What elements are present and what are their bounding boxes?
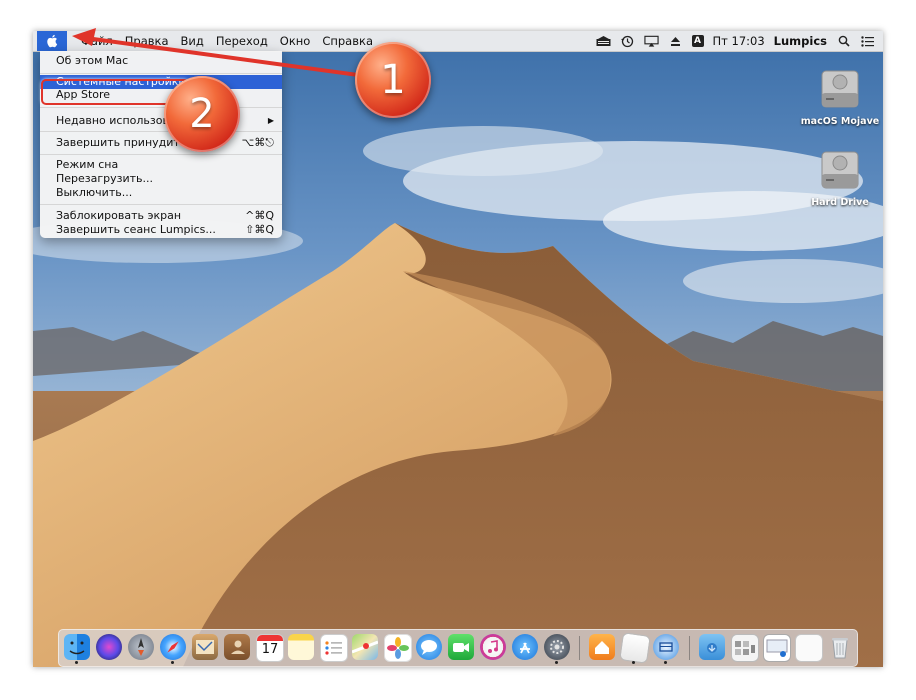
trash-icon[interactable] xyxy=(827,634,853,660)
menu-item-force-quit[interactable]: Завершить принудитель ⌥⌘⎋ xyxy=(40,136,282,150)
apple-logo-icon xyxy=(47,34,58,48)
messages-icon[interactable] xyxy=(416,634,442,660)
menu-item-restart[interactable]: Перезагрузить... xyxy=(40,172,282,186)
airplay-icon[interactable] xyxy=(643,35,659,47)
calendar-day: 17 xyxy=(261,642,279,657)
search-icon[interactable] xyxy=(836,35,851,47)
menu-item-label: Выключить... xyxy=(56,186,133,199)
menu-window[interactable]: Окно xyxy=(274,31,317,51)
menu-file[interactable]: Файл xyxy=(75,31,119,51)
menu-item-shortcut: ⌥⌘⎋ xyxy=(241,136,274,149)
desktop-screen: macOS Mojave Hard Drive Файл Правка Вид … xyxy=(33,31,883,667)
facetime-icon[interactable] xyxy=(448,634,474,660)
network-icon[interactable] xyxy=(653,634,679,660)
hard-drive-icon xyxy=(821,151,859,189)
dock-divider xyxy=(579,636,580,660)
photos-icon[interactable] xyxy=(384,634,412,662)
finder-icon[interactable] xyxy=(64,634,90,660)
step-callout-1: 1 xyxy=(355,42,431,118)
menu-go[interactable]: Переход xyxy=(210,31,274,51)
menu-item-sleep[interactable]: Режим сна xyxy=(40,158,282,172)
apple-menu-button[interactable] xyxy=(37,31,67,51)
menu-item-about-mac[interactable]: Об этом Mac xyxy=(40,54,282,68)
running-indicator xyxy=(171,661,174,664)
menu-item-label: Режим сна xyxy=(56,158,119,171)
document-icon[interactable] xyxy=(619,632,651,664)
hard-drive-icon xyxy=(821,70,859,108)
menu-item-shortcut: ⇧⌘Q xyxy=(245,223,274,236)
status-area: A Пт 17:03 Lumpics xyxy=(596,31,876,51)
menu-separator xyxy=(40,73,282,74)
folder-icon[interactable] xyxy=(699,634,725,660)
screenshot-icon[interactable] xyxy=(731,634,759,662)
system-preferences-icon[interactable] xyxy=(544,634,570,660)
document-stack-icon[interactable] xyxy=(795,634,823,662)
dock: 17 xyxy=(58,629,858,667)
running-indicator xyxy=(664,661,667,664)
calendar-icon[interactable]: 17 xyxy=(256,634,284,662)
eject-drive-icon[interactable] xyxy=(596,35,611,47)
time-machine-icon[interactable] xyxy=(620,35,635,47)
menu-view[interactable]: Вид xyxy=(175,31,210,51)
menu-item-label: Об этом Mac xyxy=(56,54,129,67)
contacts-icon[interactable] xyxy=(224,634,250,660)
launchpad-icon[interactable] xyxy=(128,634,154,660)
menu-bar: Файл Правка Вид Переход Окно Справка A П… xyxy=(33,31,883,52)
reminders-icon[interactable] xyxy=(320,634,348,662)
desktop-disk-macos-mojave[interactable]: macOS Mojave xyxy=(800,65,880,127)
clock[interactable]: Пт 17:03 xyxy=(713,34,765,48)
step-callout-2: 2 xyxy=(164,76,240,152)
menu-separator xyxy=(40,131,282,132)
menu-item-lock-screen[interactable]: Заблокировать экран ^⌘Q xyxy=(40,209,282,223)
app-store-icon[interactable] xyxy=(512,634,538,660)
input-source-letter: A xyxy=(694,36,701,46)
menu-item-shortcut: ^⌘Q xyxy=(245,209,274,222)
menu-edit[interactable]: Правка xyxy=(119,31,175,51)
user-menu[interactable]: Lumpics xyxy=(774,34,827,48)
maps-icon[interactable] xyxy=(351,634,379,660)
menu-item-log-out[interactable]: Завершить сеанс Lumpics... ⇧⌘Q xyxy=(40,223,282,237)
disk-label: macOS Mojave xyxy=(800,116,880,127)
mail-icon[interactable] xyxy=(192,634,218,660)
menu-item-shut-down[interactable]: Выключить... xyxy=(40,186,282,200)
safari-icon[interactable] xyxy=(160,634,186,660)
disk-label: Hard Drive xyxy=(811,197,869,208)
submenu-arrow-icon: ▶ xyxy=(267,116,274,125)
notes-icon[interactable] xyxy=(288,634,314,660)
menu-help[interactable]: Справка xyxy=(316,31,379,51)
dock-divider xyxy=(689,636,690,660)
callout-number: 2 xyxy=(189,91,215,137)
list-icon[interactable] xyxy=(860,35,875,47)
siri-icon[interactable] xyxy=(96,634,122,660)
music-icon[interactable] xyxy=(480,634,506,660)
menu-separator xyxy=(40,154,282,155)
input-source-icon[interactable]: A xyxy=(691,35,704,47)
menu-item-label: Заблокировать экран xyxy=(56,209,182,222)
menu-item-label: Перезагрузить... xyxy=(56,172,154,185)
menu-separator xyxy=(40,107,282,108)
running-indicator xyxy=(75,661,78,664)
menu-item-recent-items[interactable]: Недавно использован ▶ xyxy=(40,114,282,128)
callout-number: 1 xyxy=(380,57,406,103)
home-icon[interactable] xyxy=(589,634,615,660)
preview-icon[interactable] xyxy=(763,634,791,662)
running-indicator xyxy=(632,661,635,664)
eject-icon[interactable] xyxy=(668,35,683,47)
menu-item-label: Завершить сеанс Lumpics... xyxy=(56,223,216,236)
menu-separator xyxy=(40,204,282,205)
desktop-disk-hard-drive[interactable]: Hard Drive xyxy=(800,146,880,208)
running-indicator xyxy=(555,661,558,664)
